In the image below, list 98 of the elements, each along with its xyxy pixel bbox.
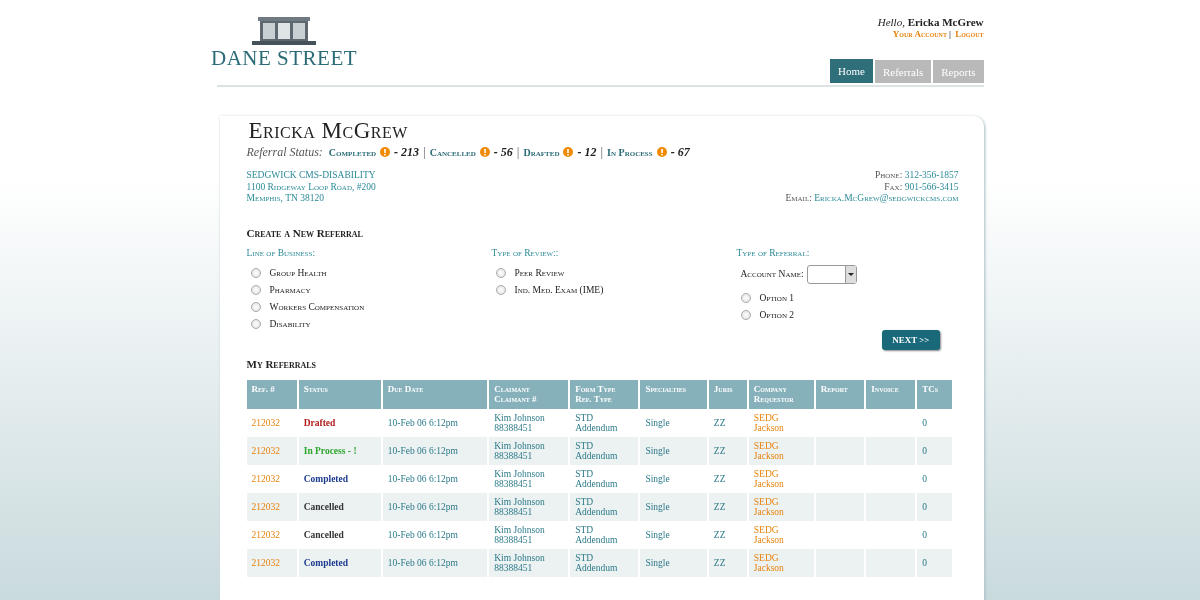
nav-tab[interactable]: Home <box>830 59 873 83</box>
radio-button[interactable] <box>250 268 261 278</box>
table-cell: SEDG Jackson <box>747 548 815 577</box>
option-label: Pharmacy <box>269 285 311 295</box>
table-cell[interactable]: 212032 <box>246 492 298 521</box>
table-cell: Single <box>639 548 708 577</box>
address-line: 1100 Ridgeway Loop Road, #200 <box>246 181 376 193</box>
radio-button[interactable] <box>250 302 261 312</box>
radio-button[interactable] <box>250 319 261 329</box>
separator: | <box>600 144 604 160</box>
column-header: Juris <box>707 379 748 409</box>
status-count: - 12 <box>577 144 597 160</box>
info-icon[interactable] <box>479 147 490 157</box>
table-cell: 0 <box>916 436 953 465</box>
contact-value: 901-566-3415 <box>904 181 959 192</box>
separator: | <box>516 144 520 160</box>
section-title: My Referrals <box>246 357 318 370</box>
info-icon[interactable] <box>656 147 667 157</box>
status-count: - 67 <box>670 144 690 160</box>
user-name: Ericka McGrew <box>907 16 984 28</box>
column-header: Ref. # <box>246 379 298 409</box>
table-cell: 10-Feb 06 6:12pm <box>381 436 489 465</box>
table-cell: SEDG Jackson <box>747 436 815 465</box>
column-header: Claimant Claimant # <box>488 379 570 409</box>
status-count: - 56 <box>493 144 513 160</box>
column-header: TCs <box>916 379 953 409</box>
radio-button[interactable] <box>495 285 506 295</box>
column-header: Company Requestor <box>747 379 815 409</box>
section-title: Create a New Referral <box>246 226 364 239</box>
logo-text: DANE STREET <box>210 47 358 69</box>
table-cell[interactable]: 212032 <box>246 548 298 577</box>
account-link[interactable]: Logout <box>955 29 984 39</box>
table-cell: In Process - ! <box>297 436 382 465</box>
group-label: Type of Referral: <box>736 247 811 258</box>
caret-icon <box>844 265 856 283</box>
column-header: Invoice <box>865 379 917 409</box>
table-cell: Kim Johnson 88388451 <box>488 492 570 521</box>
separator: | <box>948 29 951 39</box>
info-icon[interactable] <box>380 147 391 157</box>
option-label: Workers Compensation <box>269 302 365 312</box>
address-line: SEDGWICK CMS-DISABILITY <box>246 170 376 182</box>
column-header: Status <box>297 379 382 409</box>
contact-value: Ericka.McGrew@sedgwickcms.com <box>814 193 959 203</box>
table-cell: 0 <box>916 548 953 577</box>
contact-value: 312-356-1857 <box>904 170 959 180</box>
table-cell: STD Addendum <box>569 436 640 465</box>
contact-label: Email: <box>785 193 812 203</box>
radio-button[interactable] <box>495 268 506 278</box>
table-cell: ZZ <box>707 548 748 577</box>
option-label: Option 2 <box>759 310 795 320</box>
nav-tab[interactable]: Referrals <box>874 60 932 83</box>
table-cell: ZZ <box>707 492 748 521</box>
address-line: Memphis, TN 38120 <box>246 193 325 205</box>
nav-tab[interactable]: Reports <box>933 60 984 83</box>
status-label: Referral Status: <box>246 144 323 160</box>
building-logo-icon <box>250 17 318 47</box>
status-count: - 213 <box>394 144 420 160</box>
radio-button[interactable] <box>740 310 751 320</box>
table-cell: 0 <box>916 492 953 521</box>
radio-button[interactable] <box>250 285 261 295</box>
table-cell: 10-Feb 06 6:12pm <box>381 548 489 577</box>
option-label: Peer Review <box>514 268 565 278</box>
table-cell: Completed <box>297 548 382 577</box>
option-label: Group Health <box>269 268 327 278</box>
contact-label: Fax: <box>884 181 903 192</box>
table-cell: STD Addendum <box>569 492 640 521</box>
table-cell[interactable]: 212032 <box>246 436 298 465</box>
greeting: Hello, <box>877 16 905 28</box>
field-label: Account Name: <box>740 269 804 279</box>
status-link[interactable]: Drafted <box>523 146 560 158</box>
account-dropdown[interactable] <box>806 264 857 284</box>
table-cell: STD Addendum <box>569 548 640 577</box>
table-cell: SEDG Jackson <box>747 492 815 521</box>
separator: | <box>423 144 426 160</box>
table-cell: ZZ <box>707 436 748 465</box>
column-header: Due Date <box>381 379 489 409</box>
contact-label: Phone: <box>874 170 903 180</box>
account-link[interactable]: Your Account <box>892 29 947 39</box>
column-header: Specialties <box>639 379 708 409</box>
table-cell: Single <box>639 492 708 521</box>
option-label: Option 1 <box>759 293 795 303</box>
table-cell: 10-Feb 06 6:12pm <box>381 492 489 521</box>
table-cell: Kim Johnson 88388451 <box>488 548 570 577</box>
next-button[interactable]: NEXT >> <box>882 329 940 350</box>
table-cell: Single <box>639 436 708 465</box>
option-label: Ind. Med. Exam (IME) <box>514 285 604 295</box>
group-label: Type of Review:: <box>491 247 560 258</box>
group-label: Line of Business: <box>246 247 317 258</box>
radio-button[interactable] <box>740 293 751 303</box>
info-icon[interactable] <box>563 147 574 157</box>
table-cell: Cancelled <box>297 492 382 521</box>
status-link[interactable]: Completed <box>328 146 377 158</box>
status-link[interactable]: In Process <box>607 146 653 158</box>
option-label: Disability <box>269 319 311 329</box>
table-cell: Kim Johnson 88388451 <box>488 436 570 465</box>
column-header: Report <box>814 379 866 409</box>
column-header: Form Type Ref. Type <box>569 379 640 409</box>
status-link[interactable]: Cancelled <box>429 146 476 158</box>
